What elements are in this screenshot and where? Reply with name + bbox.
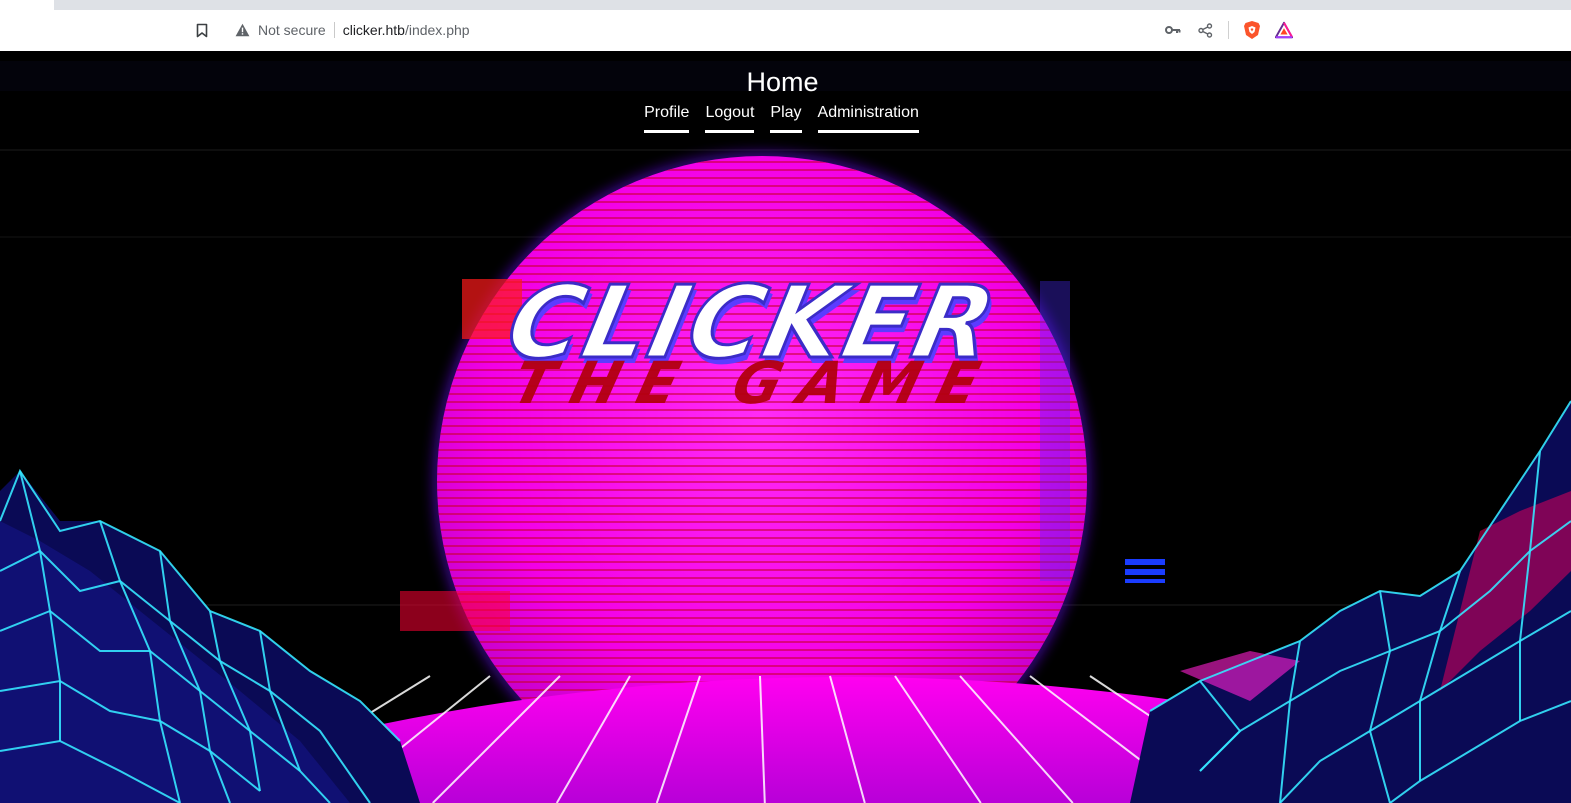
browser-toolbar: Not secure clicker.htb/index.php (0, 10, 1571, 52)
mountains-left (0, 468, 420, 803)
page-viewport: CLICKER CLICKER THE GAME Home Profile Lo… (0, 51, 1571, 803)
actions-divider (1228, 21, 1229, 39)
nav-profile-link[interactable]: Profile (644, 103, 690, 133)
tab-strip-background (54, 0, 1571, 10)
site-header: Home Profile Logout Play Administration (0, 65, 1571, 133)
nav-play-link[interactable]: Play (770, 103, 802, 133)
main-nav: Profile Logout Play Administration (0, 103, 1567, 133)
mountains-right (1130, 400, 1571, 803)
brave-shield-icon[interactable] (1243, 21, 1261, 39)
url-text[interactable]: clicker.htb/index.php (343, 22, 470, 38)
omnibox-divider (333, 22, 335, 38)
address-bar[interactable]: Not secure clicker.htb/index.php (226, 15, 1301, 45)
page-title: Home (746, 67, 819, 97)
share-icon[interactable] (1196, 21, 1214, 39)
bookmark-icon[interactable] (190, 18, 214, 42)
logo-subtitle: THE GAME (506, 349, 1005, 417)
key-icon[interactable] (1164, 21, 1182, 39)
url-host: clicker.htb (342, 22, 405, 38)
clicker-logo: CLICKER CLICKER THE GAME (496, 263, 1009, 417)
hero-background: CLICKER CLICKER THE GAME (0, 61, 1571, 803)
security-label[interactable]: Not secure (258, 22, 326, 38)
nav-administration-link[interactable]: Administration (817, 103, 919, 133)
omnibox-actions (1164, 15, 1293, 45)
warning-icon[interactable] (235, 22, 251, 38)
tab-strip (0, 0, 1571, 10)
brave-rewards-icon[interactable] (1275, 21, 1293, 39)
nav-logout-link[interactable]: Logout (705, 103, 755, 133)
url-path: /index.php (404, 22, 470, 38)
